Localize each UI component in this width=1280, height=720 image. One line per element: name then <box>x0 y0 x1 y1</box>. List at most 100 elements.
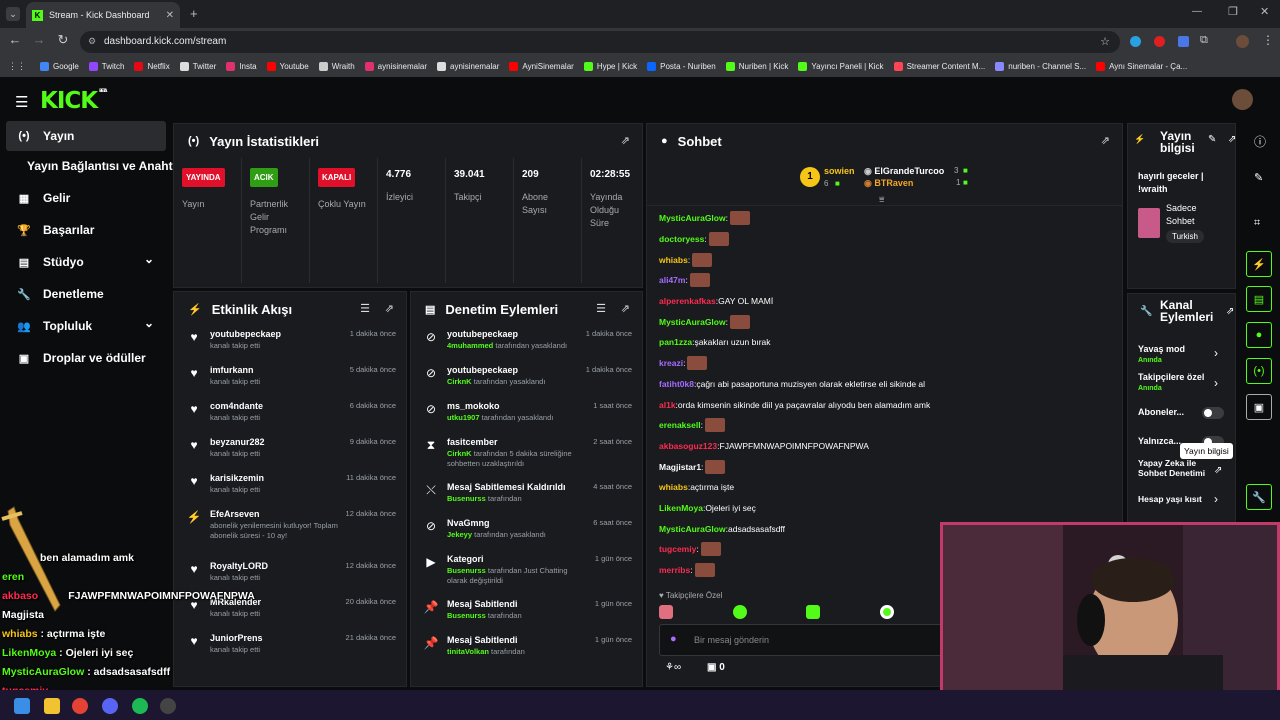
kick-logo[interactable]: KICK BETA <box>40 88 107 114</box>
vault-counter[interactable]: ▣ 0 <box>707 662 725 673</box>
expand-leaderboard-icon[interactable]: ⩸ <box>879 194 884 205</box>
quick-action-archive-icon[interactable]: ▣ <box>1246 394 1272 420</box>
bookmark-item[interactable]: Yayıncı Paneli | Kick <box>798 62 884 71</box>
edit-pencil-icon[interactable]: ✎ <box>1208 134 1216 145</box>
info-icon[interactable]: ⓘ <box>1254 133 1266 150</box>
sidebar-item-1[interactable]: Yayın Bağlantısı ve Anahtarı <box>6 151 187 181</box>
expand-icon[interactable]: ⇗ <box>385 302 394 315</box>
sidebar-item-0[interactable]: (•) Yayın <box>6 121 166 151</box>
subscribers-only-toggle[interactable] <box>1202 407 1224 419</box>
chevron-down-icon[interactable]: ⌄ <box>144 252 154 266</box>
expand-icon[interactable]: ⇗ <box>1101 134 1110 147</box>
close-tab-icon[interactable]: ✕ <box>166 10 174 21</box>
bookmark-item[interactable]: Twitch <box>88 62 124 71</box>
browser-tab[interactable]: K Stream - Kick Dashboard ✕ <box>26 2 180 28</box>
obs-icon[interactable] <box>160 698 176 714</box>
chat-username[interactable]: al1k <box>659 399 676 411</box>
moderation-title[interactable]: fasitcember <box>447 436 577 449</box>
bookmark-item[interactable]: nuriben - Channel S... <box>995 62 1086 71</box>
moderation-title[interactable]: Kategori <box>447 553 577 566</box>
quick-action-doc-icon[interactable]: ▤ <box>1246 286 1272 312</box>
hamburger-menu-icon[interactable]: ☰ <box>15 93 28 111</box>
moderation-title[interactable]: Mesaj Sabitlendi <box>447 598 577 611</box>
spotify-icon[interactable] <box>132 698 148 714</box>
focus-icon[interactable]: ⌗ <box>1254 217 1260 230</box>
file-explorer-icon[interactable] <box>44 698 60 714</box>
chat-username[interactable]: akbasoguz123 <box>659 440 717 452</box>
sidebar-item-7[interactable]: ▣ Droplar ve ödüller <box>6 343 166 373</box>
moderation-title[interactable]: youtubepeckaep <box>447 328 577 341</box>
chat-username[interactable]: merribs <box>659 564 690 576</box>
sidebar-item-4[interactable]: ▤ Stüdyo ⌄ <box>6 247 166 277</box>
extensions-puzzle-icon[interactable]: ⧉ <box>1200 34 1208 47</box>
moderator-name[interactable]: Busenurss <box>447 566 486 575</box>
quick-action-lightning-icon[interactable]: ⚡ <box>1246 251 1272 277</box>
moderation-title[interactable]: youtubepeckaep <box>447 364 577 377</box>
chat-username[interactable]: MysticAuraGlow <box>659 316 726 328</box>
expand-icon[interactable]: ⇗ <box>1226 306 1234 317</box>
chat-username[interactable]: doctoryess <box>659 233 704 245</box>
moderator-name[interactable]: utku1907 <box>447 413 480 422</box>
moderator-name[interactable]: 4muhammed <box>447 341 493 350</box>
extension-icon[interactable] <box>1130 36 1141 47</box>
menu-dots-icon[interactable]: ⋮ <box>1262 33 1274 47</box>
expand-icon[interactable]: ⇗ <box>621 134 630 147</box>
bookmark-item[interactable]: Netflix <box>134 62 170 71</box>
bookmark-star-icon[interactable]: ☆ <box>1100 35 1110 48</box>
chat-username[interactable]: ali47m <box>659 274 685 286</box>
quick-action-broadcast-icon[interactable]: (•) <box>1246 358 1272 384</box>
chevron-down-icon[interactable]: ⌄ <box>144 316 154 330</box>
quick-action-chat-icon[interactable]: ● <box>1246 322 1272 348</box>
chat-username[interactable]: Magjistar1 <box>659 461 701 473</box>
moderator-name[interactable]: CirknK <box>447 377 472 386</box>
chat-username[interactable]: whiabs <box>659 254 688 266</box>
moderation-title[interactable]: Mesaj Sabitlemesi Kaldırıldı <box>447 481 577 494</box>
expand-icon[interactable]: ⇗ <box>1228 134 1236 145</box>
chat-username[interactable]: whiabs <box>659 481 688 493</box>
site-info-icon[interactable]: ⚙ <box>88 36 96 47</box>
sidebar-item-5[interactable]: 🔧 Denetleme <box>6 279 166 309</box>
tab-search-icon[interactable]: ⌄ <box>6 7 20 21</box>
url-field[interactable]: ⚙ dashboard.kick.com/stream ☆ <box>80 31 1120 53</box>
activity-user[interactable]: imfurkann <box>210 364 340 377</box>
bookmark-item[interactable]: Google <box>40 62 79 71</box>
chrome-icon[interactable] <box>72 698 88 714</box>
bookmark-item[interactable]: Streamer Content M... <box>893 62 985 71</box>
windows-start-icon[interactable] <box>14 698 30 714</box>
bookmark-item[interactable]: Wraith <box>318 62 355 71</box>
bookmark-item[interactable]: Nuriben | Kick <box>725 62 788 71</box>
back-icon[interactable]: ← <box>6 32 24 47</box>
moderator-name[interactable]: tinitaVolkan <box>447 647 489 656</box>
moderation-title[interactable]: NvaGmng <box>447 517 577 530</box>
chevron-right-icon[interactable]: › <box>1214 492 1218 506</box>
activity-user[interactable]: EfeArseven <box>210 508 340 521</box>
moderator-name[interactable]: Busenurss <box>447 494 486 503</box>
moderation-title[interactable]: ms_mokoko <box>447 400 577 413</box>
moderator-name[interactable]: CirknK <box>447 449 472 458</box>
expand-icon[interactable]: ⇗ <box>621 302 630 315</box>
microphone-icon[interactable]: ● <box>670 633 677 645</box>
bookmark-item[interactable]: AyniSinemalar <box>509 62 574 71</box>
chat-username[interactable]: alperenkafkas <box>659 295 716 307</box>
quick-action-wrench-icon[interactable]: 🔧 <box>1246 484 1272 510</box>
chat-username[interactable]: tugcemiy <box>659 543 696 555</box>
new-tab-icon[interactable]: + <box>190 6 198 21</box>
user-avatar[interactable] <box>1232 89 1253 110</box>
ai-moderation-option[interactable]: Yapay Zeka ile Sohbet Denetimi <box>1138 458 1218 478</box>
activity-user[interactable]: karisikzemin <box>210 472 340 485</box>
chat-username[interactable]: LikenMoya <box>659 502 703 514</box>
external-link-icon[interactable]: ⇗ <box>1214 465 1222 476</box>
filter-icon[interactable]: ☰ <box>360 302 370 315</box>
sidebar-item-2[interactable]: ▦ Gelir <box>6 183 166 213</box>
bookmark-item[interactable]: Hype | Kick <box>583 62 637 71</box>
chat-username[interactable]: MysticAuraGlow <box>659 523 726 535</box>
moderator-name[interactable]: Jekeyy <box>447 530 472 539</box>
moderator-name[interactable]: Busenurss <box>447 611 486 620</box>
chat-username[interactable]: fatiht0k8 <box>659 378 694 390</box>
bookmark-item[interactable]: Twitter <box>179 62 216 71</box>
chat-username[interactable]: erenaksell <box>659 419 701 431</box>
activity-user[interactable]: youtubepeckaep <box>210 328 340 341</box>
chevron-right-icon[interactable]: › <box>1214 346 1218 360</box>
discord-icon[interactable] <box>102 698 118 714</box>
extension-icon[interactable] <box>1178 36 1189 47</box>
